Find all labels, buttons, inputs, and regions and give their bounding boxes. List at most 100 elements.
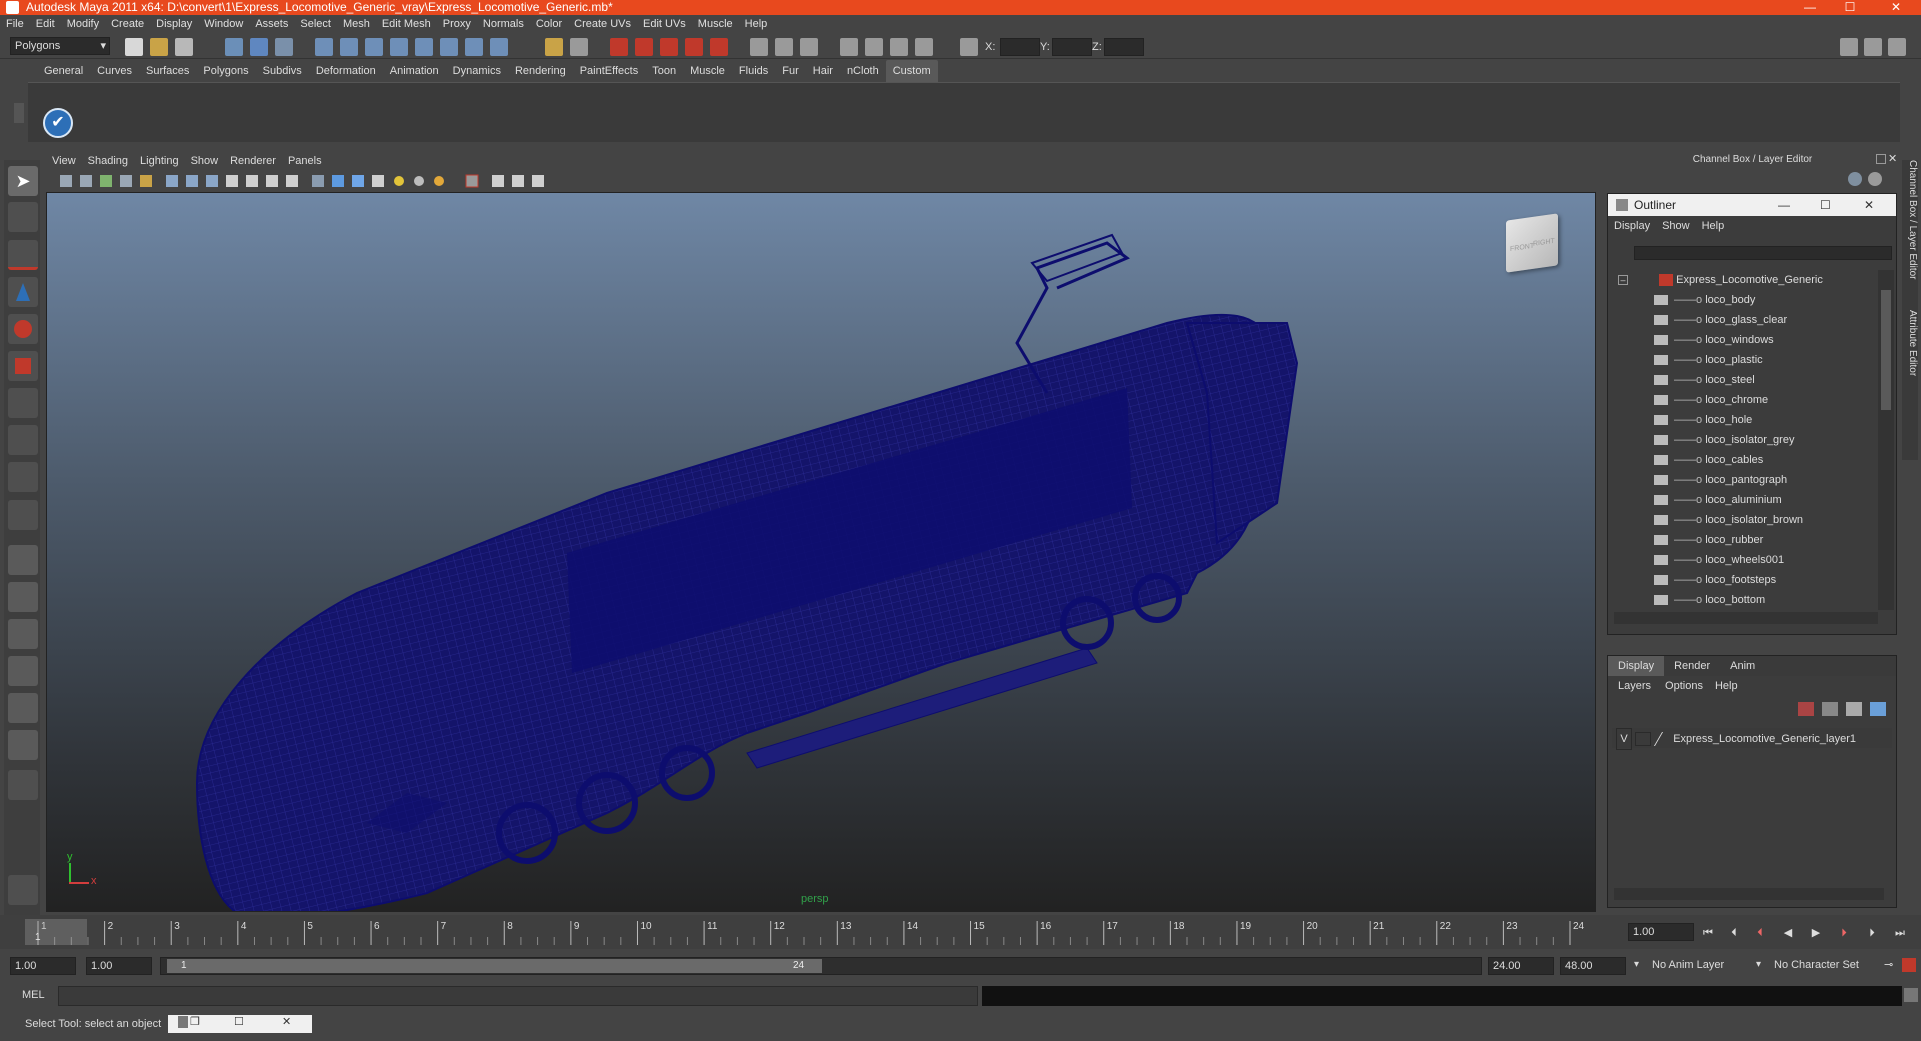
menu-modify[interactable]: Modify xyxy=(61,15,105,33)
menu-edit-mesh[interactable]: Edit Mesh xyxy=(376,15,437,33)
step-back-frame-icon[interactable]: ⏴ xyxy=(1752,925,1768,941)
input-mode-icon[interactable] xyxy=(960,38,978,56)
render-settings-icon[interactable] xyxy=(570,38,588,56)
graph-outliner-layout-icon[interactable] xyxy=(8,730,38,760)
show-manipulator-icon[interactable] xyxy=(8,462,38,492)
outliner-item[interactable]: ——o loco_body xyxy=(1608,290,1755,310)
move-tool-icon[interactable] xyxy=(8,277,38,307)
shelf-tab-fluids[interactable]: Fluids xyxy=(732,60,775,82)
menu-display[interactable]: Display xyxy=(150,15,198,33)
ipr-render-icon[interactable] xyxy=(545,38,563,56)
outliner-root-item[interactable]: – Express_Locomotive_Generic xyxy=(1608,270,1823,290)
select-by-object-icon[interactable] xyxy=(250,38,268,56)
menu-edit-uvs[interactable]: Edit UVs xyxy=(637,15,692,33)
playback-end-field[interactable]: 24.00 xyxy=(1488,957,1554,975)
layer-menu-layers[interactable]: Layers xyxy=(1608,676,1661,696)
end-time-field[interactable]: 48.00 xyxy=(1560,957,1626,975)
outliner-menu-help[interactable]: Help xyxy=(1696,216,1731,236)
viewport-menu-view[interactable]: View xyxy=(46,150,82,172)
layer-playback-toggle[interactable] xyxy=(1635,732,1652,747)
start-time-field[interactable]: 1.00 xyxy=(10,957,76,975)
snap-live-icon[interactable] xyxy=(710,38,728,56)
render-frame-icon[interactable] xyxy=(775,38,793,56)
outliner-item[interactable]: ——o loco_cables xyxy=(1608,450,1763,470)
shelf-tab-subdivs[interactable]: Subdivs xyxy=(256,60,309,82)
z-coordinate-field[interactable] xyxy=(1104,38,1144,56)
x-coordinate-field[interactable] xyxy=(1000,38,1040,56)
snap-together-icon[interactable] xyxy=(635,38,653,56)
menu-file[interactable]: File xyxy=(0,15,30,33)
menu-color[interactable]: Color xyxy=(530,15,568,33)
outliner-item[interactable]: ——o loco_footsteps xyxy=(1608,570,1776,590)
outliner-item[interactable]: ——o loco_plastic xyxy=(1608,350,1763,370)
show-hide-channelbox-icon[interactable] xyxy=(1840,38,1858,56)
new-layer-empty-icon[interactable] xyxy=(1798,702,1814,716)
step-forward-frame-icon[interactable]: ⏵ xyxy=(1836,925,1852,941)
rotate-tool-icon[interactable] xyxy=(8,314,38,344)
render-view-icon[interactable] xyxy=(750,38,768,56)
viewport-menu-lighting[interactable]: Lighting xyxy=(134,150,185,172)
single-pane-layout-icon[interactable] xyxy=(8,545,38,575)
maximize-button[interactable]: ☐ xyxy=(1827,0,1873,15)
outliner-item[interactable]: ——o loco_isolator_brown xyxy=(1608,510,1803,530)
hypershade-persp-layout-icon[interactable] xyxy=(8,693,38,723)
play-backwards-icon[interactable]: ◀ xyxy=(1780,925,1796,941)
shelf-tab-surfaces[interactable]: Surfaces xyxy=(139,60,196,82)
viewport-menu-panels[interactable]: Panels xyxy=(282,150,328,172)
menu-normals[interactable]: Normals xyxy=(477,15,530,33)
hypershade-icon[interactable] xyxy=(840,38,858,56)
render-current-icon[interactable] xyxy=(465,38,483,56)
outliner-item[interactable]: ——o loco_windows xyxy=(1608,330,1774,350)
shelf-tab-muscle[interactable]: Muscle xyxy=(683,60,732,82)
menu-proxy[interactable]: Proxy xyxy=(437,15,477,33)
command-input[interactable] xyxy=(58,986,978,1006)
script-editor-icon[interactable] xyxy=(1904,988,1918,1002)
menu-create[interactable]: Create xyxy=(105,15,150,33)
menu-help[interactable]: Help xyxy=(739,15,774,33)
four-pane-layout-icon[interactable] xyxy=(8,582,38,612)
layer-tab-display[interactable]: Display xyxy=(1608,656,1665,676)
go-to-end-icon[interactable]: ⏭ xyxy=(1892,925,1908,941)
side-tab-attribute-editor[interactable]: Attribute Editor xyxy=(1902,310,1918,410)
menu-mesh[interactable]: Mesh xyxy=(337,15,376,33)
snap-curve-icon[interactable] xyxy=(340,38,358,56)
menu-assets[interactable]: Assets xyxy=(249,15,294,33)
animation-preferences-icon[interactable] xyxy=(1902,958,1916,972)
move-layer-up-icon[interactable] xyxy=(1846,702,1862,716)
layer-menu-options[interactable]: Options xyxy=(1661,676,1707,696)
last-tool-icon[interactable] xyxy=(8,500,38,530)
render-region-icon[interactable] xyxy=(800,38,818,56)
outliner-vertical-scrollbar[interactable] xyxy=(1878,270,1894,610)
snap-face-icon[interactable] xyxy=(685,38,703,56)
shelf-tab-fur[interactable]: Fur xyxy=(775,60,806,82)
help-icon[interactable] xyxy=(490,38,508,56)
menu-edit[interactable]: Edit xyxy=(30,15,61,33)
layer-tab-anim[interactable]: Anim xyxy=(1720,656,1765,676)
layer-menu-help[interactable]: Help xyxy=(1707,676,1746,696)
open-scene-icon[interactable] xyxy=(150,38,168,56)
outliner-menu-display[interactable]: Display xyxy=(1608,216,1656,236)
outliner-item[interactable]: ——o loco_aluminium xyxy=(1608,490,1782,510)
layer-editor-icon[interactable] xyxy=(890,38,908,56)
auto-key-icon[interactable]: ⊸ xyxy=(1884,958,1898,972)
layout-options-icon[interactable] xyxy=(8,770,38,800)
shelf-tab-hair[interactable]: Hair xyxy=(806,60,840,82)
character-set-selector[interactable]: No Character Set xyxy=(1770,957,1882,975)
shelf-tab-dynamics[interactable]: Dynamics xyxy=(446,60,508,82)
shelf-tab-painteffects[interactable]: PaintEffects xyxy=(573,60,646,82)
tool-settings-icon[interactable] xyxy=(8,875,38,905)
attribute-icon[interactable] xyxy=(915,38,933,56)
layer-row[interactable]: V Express_Locomotive_Generic_layer1 xyxy=(1612,728,1892,750)
outliner-persp-layout-icon[interactable] xyxy=(8,619,38,649)
snap-grid-icon[interactable] xyxy=(315,38,333,56)
y-coordinate-field[interactable] xyxy=(1052,38,1092,56)
step-forward-key-icon[interactable]: ⏵ xyxy=(1864,925,1880,941)
save-scene-icon[interactable] xyxy=(175,38,193,56)
channel-box-mode-icon[interactable] xyxy=(1848,172,1862,186)
scale-tool-icon[interactable] xyxy=(8,351,38,381)
snap-view-plane-icon[interactable] xyxy=(390,38,408,56)
snap-point-icon[interactable] xyxy=(365,38,383,56)
shelf-tab-polygons[interactable]: Polygons xyxy=(196,60,255,82)
time-slider[interactable]: 1 2 3 4 5 6 7 8 9 10 11 12 13 14 15 16 17 18 19 20 21 22 23 24 … xyxy=(0,915,1921,949)
snap-edge-icon[interactable] xyxy=(660,38,678,56)
